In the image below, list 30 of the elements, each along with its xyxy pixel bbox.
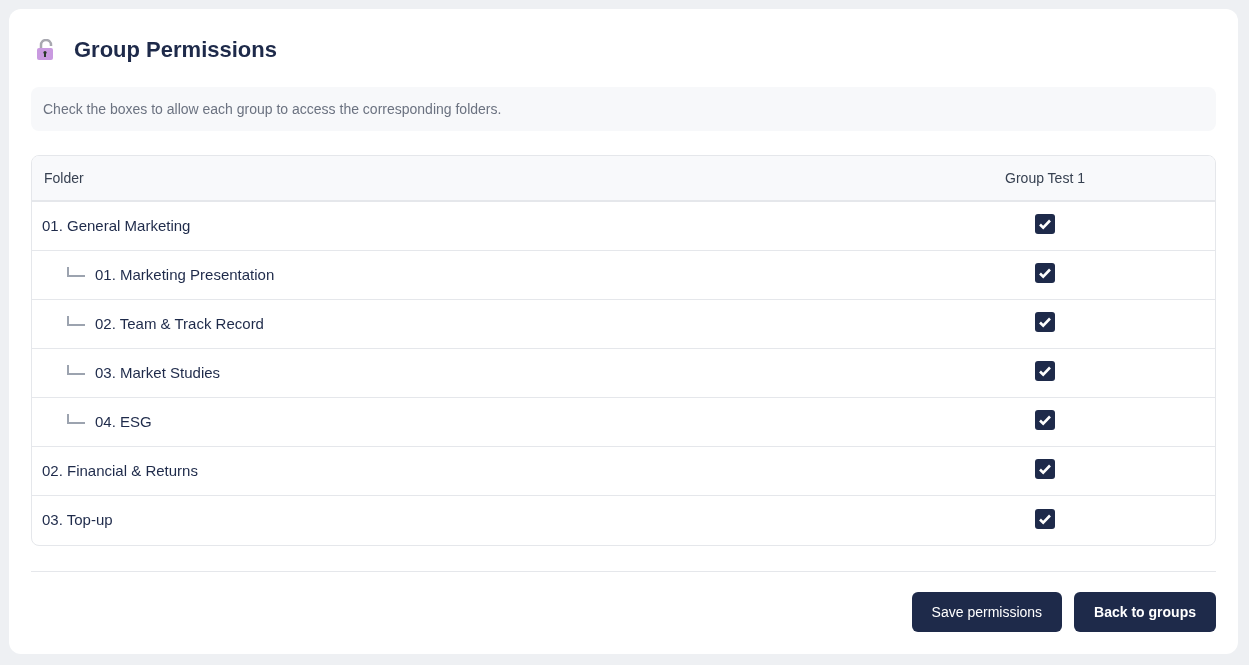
folder-name: 03. Market Studies [95,362,221,383]
check-icon [1038,462,1052,476]
tree-branch-icon [67,414,85,424]
checkbox[interactable] [1035,312,1055,332]
check-icon [1038,413,1052,427]
check-icon [1038,217,1052,231]
tree-branch-icon [67,316,85,326]
check-icon [1038,315,1052,329]
checkbox[interactable] [1035,508,1055,529]
checkbox[interactable] [1035,459,1055,479]
column-header: Folder [44,170,84,186]
checkbox[interactable] [1035,214,1055,234]
checkbox[interactable] [1035,410,1055,430]
folder-name: 02. Financial & Returns [42,460,198,481]
tree-branch-icon [67,365,85,375]
folder-name: 04. ESG [95,411,152,432]
info-text: Check the boxes to allow each group to access the corresponding folders. [43,99,502,119]
folder-name: 01. Marketing Presentation [95,264,275,285]
column-header: Group Test 1 [1005,168,1085,188]
save-button[interactable]: Save permissions [911,592,1063,632]
checkbox[interactable] [1035,361,1055,381]
back-button[interactable]: Back to groups [1074,592,1216,632]
page-title: Group Permissions [74,36,277,64]
checkbox[interactable] [1035,263,1055,283]
tree-branch-icon [67,267,85,277]
folder-name: 01. General Marketing [42,215,191,236]
folder-name: 03. Top-up [42,510,113,531]
check-icon [1038,266,1052,280]
folder-name: 02. Team & Track Record [95,313,264,334]
check-icon [1038,364,1052,378]
